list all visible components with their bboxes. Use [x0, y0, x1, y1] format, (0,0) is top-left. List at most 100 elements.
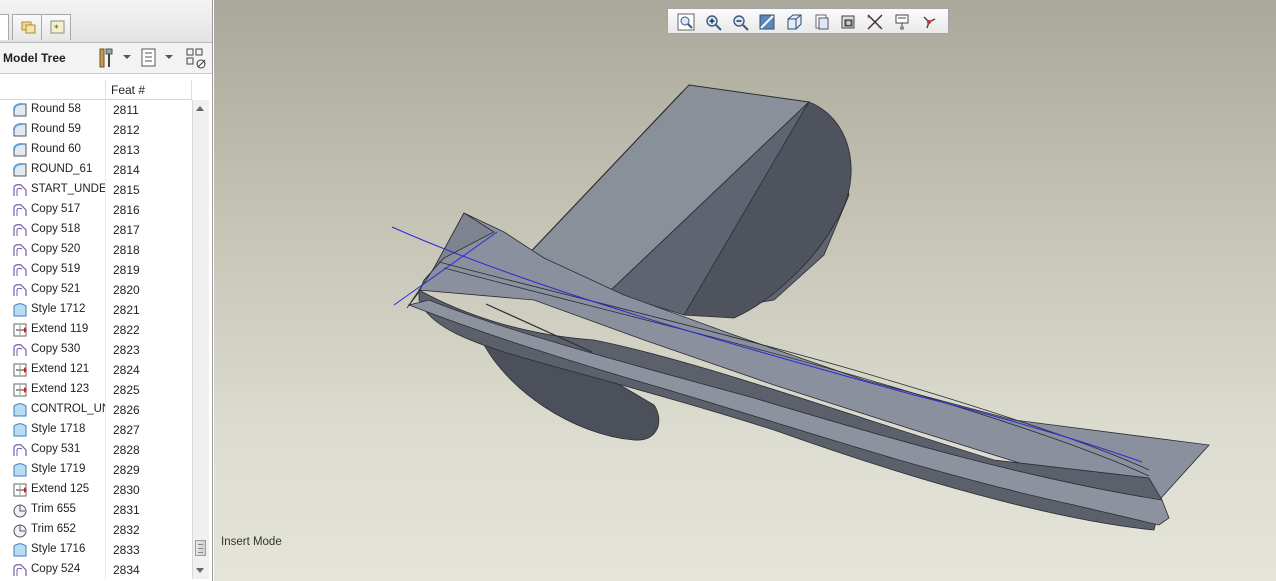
zoom-out-icon[interactable]: [731, 13, 749, 31]
tree-row[interactable]: CONTROL_UND 2826: [0, 400, 192, 420]
zoom-in-icon[interactable]: [704, 13, 722, 31]
column-divider: [105, 560, 106, 580]
column-divider: [105, 360, 106, 380]
feature-name: CONTROL_UND: [31, 403, 105, 415]
feature-name: Style 1719: [31, 463, 86, 475]
tab-favorites[interactable]: *: [41, 14, 71, 40]
datum-display-icon[interactable]: * *: [866, 13, 884, 31]
tree-row[interactable]: Extend 125 2830: [0, 480, 192, 500]
settings-dropdown-arrow-icon[interactable]: [123, 55, 131, 59]
tree-row[interactable]: Extend 123 2825: [0, 380, 192, 400]
tree-row[interactable]: Style 1716 2833: [0, 540, 192, 560]
rail-lower-flange: [407, 299, 1170, 526]
tree-row[interactable]: Copy 521 2820: [0, 280, 192, 300]
model-tree-toolbar: Model Tree: [0, 43, 212, 74]
show-list-icon[interactable]: [140, 47, 158, 69]
feature-number: 2822: [113, 323, 140, 337]
feature-number: 2825: [113, 383, 140, 397]
part-model[interactable]: [214, 0, 1276, 581]
tree-row[interactable]: Copy 530 2823: [0, 340, 192, 360]
copy-surface-icon: [12, 342, 28, 358]
tree-row[interactable]: ROUND_61 2814: [0, 160, 192, 180]
display-style-icon[interactable]: [785, 13, 803, 31]
feature-number: 2831: [113, 503, 140, 517]
copy-surface-icon: [12, 442, 28, 458]
feature-name: Trim 655: [31, 503, 76, 515]
feature-number: 2818: [113, 243, 140, 257]
feature-number: 2811: [113, 103, 139, 117]
svg-text:*: *: [54, 24, 59, 34]
column-divider: [105, 500, 106, 520]
tree-row[interactable]: Copy 517 2816: [0, 200, 192, 220]
column-divider: [105, 260, 106, 280]
model-tree-list: Round 58 2811 Round 59 2812 Round 60 2813 ROUN…: [0, 100, 192, 580]
feat-number-column-header[interactable]: Feat #: [111, 83, 145, 97]
scroll-thumb[interactable]: [195, 540, 206, 556]
round-icon: [12, 142, 28, 158]
favorites-icon: *: [50, 20, 65, 34]
trim-icon: [12, 522, 28, 538]
extend-icon: [12, 362, 28, 378]
scroll-up-icon[interactable]: [196, 106, 204, 111]
model-tree-title: Model Tree: [3, 51, 66, 65]
column-divider: [105, 340, 106, 360]
layers-icon[interactable]: [839, 13, 857, 31]
graphics-viewport[interactable]: * * Insert Mode: [214, 0, 1276, 581]
saved-views-icon[interactable]: [812, 13, 830, 31]
tree-row[interactable]: Extend 121 2824: [0, 360, 192, 380]
show-dropdown-arrow-icon[interactable]: [165, 55, 173, 59]
tree-scrollbar[interactable]: [192, 100, 209, 579]
tree-row[interactable]: Style 1712 2821: [0, 300, 192, 320]
feature-name: Copy 520: [31, 243, 81, 255]
tree-row[interactable]: Trim 655 2831: [0, 500, 192, 520]
column-divider: [105, 540, 106, 560]
column-divider: [105, 160, 106, 180]
tree-row[interactable]: Round 59 2812: [0, 120, 192, 140]
column-divider: [105, 520, 106, 540]
feature-name: Copy 518: [31, 223, 81, 235]
column-divider[interactable]: [191, 80, 192, 99]
column-divider: [105, 140, 106, 160]
tree-row[interactable]: Style 1718 2827: [0, 420, 192, 440]
copy-surface-icon: [12, 282, 28, 298]
feature-name: Style 1716: [31, 543, 86, 555]
tree-row[interactable]: START_UNDER 2815: [0, 180, 192, 200]
feature-name: START_UNDER: [31, 183, 105, 195]
annotation-icon[interactable]: [893, 13, 911, 31]
tab-model-tree[interactable]: [0, 14, 9, 40]
tab-folder-browser[interactable]: [12, 14, 42, 40]
feature-number: 2832: [113, 523, 140, 537]
tree-row[interactable]: Copy 524 2834: [0, 560, 192, 580]
style-icon: [12, 402, 28, 418]
refit-icon[interactable]: [677, 13, 695, 31]
tree-row[interactable]: Trim 652 2832: [0, 520, 192, 540]
feature-name: Copy 530: [31, 343, 81, 355]
tree-row[interactable]: Copy 531 2828: [0, 440, 192, 460]
column-divider[interactable]: [105, 80, 106, 99]
style-icon: [12, 302, 28, 318]
tree-row[interactable]: Copy 520 2818: [0, 240, 192, 260]
insert-mode-label: Insert Mode: [221, 536, 282, 548]
feature-number: 2823: [113, 343, 140, 357]
feature-number: 2828: [113, 443, 140, 457]
navigator-tabbar: *: [0, 0, 212, 43]
round-icon: [12, 102, 28, 118]
feature-name: Style 1718: [31, 423, 86, 435]
tree-row[interactable]: Copy 519 2819: [0, 260, 192, 280]
feature-name: Style 1712: [31, 303, 86, 315]
settings-hammer-icon[interactable]: [97, 47, 117, 69]
round-icon: [12, 162, 28, 178]
style-icon: [12, 542, 28, 558]
tree-row[interactable]: Copy 518 2817: [0, 220, 192, 240]
spin-center-icon[interactable]: [920, 13, 938, 31]
tree-row[interactable]: Style 1719 2829: [0, 460, 192, 480]
tree-filter-icon[interactable]: [185, 47, 209, 71]
style-icon: [12, 462, 28, 478]
repaint-icon[interactable]: [758, 13, 776, 31]
scroll-down-icon[interactable]: [196, 568, 204, 573]
tree-row[interactable]: Round 60 2813: [0, 140, 192, 160]
column-divider: [105, 300, 106, 320]
extend-icon: [12, 482, 28, 498]
tree-row[interactable]: Extend 119 2822: [0, 320, 192, 340]
tree-row[interactable]: Round 58 2811: [0, 100, 192, 120]
